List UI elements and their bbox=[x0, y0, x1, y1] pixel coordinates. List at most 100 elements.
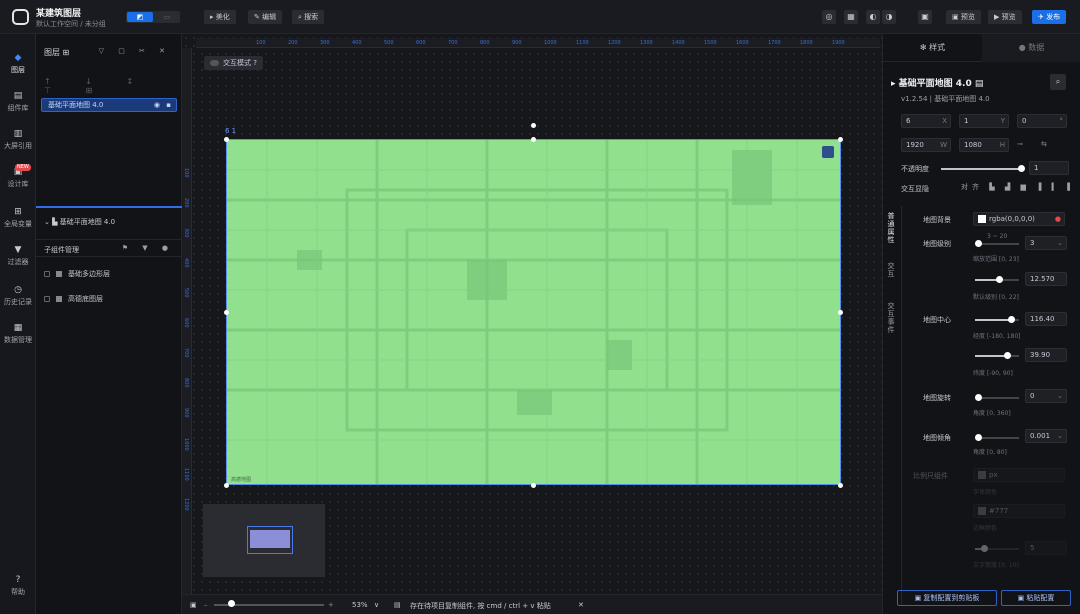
width-input[interactable]: 1920 W bbox=[901, 138, 951, 152]
latitude-input[interactable]: 39.90 bbox=[1025, 348, 1067, 362]
zoom-level[interactable]: 53% bbox=[352, 601, 368, 609]
publish-button[interactable]: ✈ 发布 bbox=[1032, 10, 1067, 24]
toggle-switch[interactable] bbox=[210, 60, 219, 66]
rotate-handle[interactable] bbox=[531, 123, 536, 128]
layers-toolbar-icons[interactable]: ▽ ▢ ✂ ✕ bbox=[99, 47, 171, 55]
vertical-ruler[interactable]: 100 200 300 400 500 600 700 800 900 1000 1100 1200 bbox=[182, 48, 192, 598]
rail-item-help[interactable]: ? 帮助 bbox=[0, 572, 36, 608]
interaction-mode-toggle[interactable]: 交互模式 ? bbox=[204, 56, 263, 70]
color-swatch[interactable] bbox=[978, 471, 986, 479]
scale-color-input[interactable]: px bbox=[973, 468, 1065, 482]
canvas-stage[interactable]: 100 200 300 400 500 600 700 800 900 1000 1100 1200 1… bbox=[182, 34, 882, 614]
tab-data[interactable]: ● 数据 bbox=[982, 34, 1080, 62]
vtab-common[interactable]: 普通属性 bbox=[886, 212, 896, 244]
help-icon[interactable]: ? bbox=[253, 59, 257, 67]
opacity-input[interactable]: 1 bbox=[1029, 161, 1069, 175]
beautify-button[interactable]: ▸ 美化 bbox=[204, 10, 236, 24]
horizontal-ruler[interactable]: 100 200 300 400 500 600 700 800 900 1000 1100 1200 1… bbox=[196, 38, 880, 48]
rail-item-history[interactable]: ◷ 历史记录 bbox=[0, 282, 36, 318]
grid-icon[interactable]: ▦ bbox=[844, 10, 858, 24]
vtab-events[interactable]: 交互事件 bbox=[886, 302, 896, 334]
zoom-out-icon[interactable]: – bbox=[204, 601, 208, 609]
flip-icon[interactable]: ⇆ bbox=[1041, 140, 1047, 148]
sub-item-basemap[interactable]: 高德底图层 bbox=[44, 294, 103, 304]
rail-item-layers[interactable]: ◆ 图层 bbox=[0, 50, 36, 86]
zoom-slider-knob[interactable] bbox=[228, 600, 235, 607]
canvas-mode-icon[interactable]: ◩ bbox=[127, 12, 153, 22]
resize-handle-ne[interactable] bbox=[838, 137, 843, 142]
pos-y-input[interactable]: 1Y bbox=[959, 114, 1009, 128]
layer-order-icons[interactable]: ↑ ↓ ↕ ⊤ ⊞ bbox=[44, 77, 181, 95]
sub-component-icons[interactable]: ⚑ ▼ ● bbox=[122, 244, 174, 252]
search-button[interactable]: ⌕ 搜索 bbox=[292, 10, 325, 24]
share-button[interactable]: ▣ 预览 bbox=[946, 10, 981, 24]
copy-config-button[interactable]: ▣ 复制配置到剪贴板 bbox=[897, 590, 997, 606]
preview-button[interactable]: ▶ 预览 bbox=[988, 10, 1022, 24]
resize-handle-w[interactable] bbox=[224, 310, 229, 315]
checkbox-icon[interactable] bbox=[44, 296, 50, 302]
rail-item-screen-ref[interactable]: ▥ 大屏引用 bbox=[0, 126, 36, 162]
paste-config-button[interactable]: ▣ 粘贴配置 bbox=[1001, 590, 1071, 606]
target-icon[interactable]: ◎ bbox=[822, 10, 836, 24]
theme-icon[interactable]: ◐ bbox=[866, 10, 880, 24]
rail-item-data-manage[interactable]: ▦ 数据管理 bbox=[0, 320, 36, 356]
layer-item-selected[interactable]: 基础平面地图 4.0 ◉ ▪ bbox=[41, 98, 177, 112]
panel-resize-divider[interactable] bbox=[36, 206, 182, 208]
font-width-slider[interactable] bbox=[975, 545, 1019, 552]
color-swatch[interactable] bbox=[978, 215, 986, 223]
rotate-slider[interactable] bbox=[975, 394, 1019, 401]
map-level-slider[interactable] bbox=[975, 240, 1019, 247]
fit-screen-icon[interactable]: ▣ bbox=[190, 601, 197, 609]
zoom-dropdown-icon[interactable]: ∨ bbox=[374, 601, 379, 609]
height-input[interactable]: 1080 H bbox=[959, 138, 1009, 152]
color-swatch[interactable] bbox=[978, 507, 986, 515]
resize-handle-e[interactable] bbox=[838, 310, 843, 315]
pitch-input[interactable]: 0.001 ⌄ bbox=[1025, 429, 1067, 443]
opacity-slider[interactable] bbox=[941, 165, 1025, 172]
border-color-input[interactable]: #777 bbox=[973, 504, 1065, 518]
latitude-slider[interactable] bbox=[975, 352, 1019, 359]
pitch-slider[interactable] bbox=[975, 434, 1019, 441]
vtab-interact[interactable]: 交互 bbox=[886, 262, 896, 278]
eye-icon[interactable]: ◉ bbox=[154, 99, 160, 111]
minimap[interactable] bbox=[203, 504, 325, 577]
rail-item-filters[interactable]: ▼ 过滤器 bbox=[0, 242, 36, 278]
zoom-slider[interactable] bbox=[975, 276, 1019, 283]
pos-x-input[interactable]: 6X bbox=[901, 114, 951, 128]
resize-handle-se[interactable] bbox=[838, 483, 843, 488]
resize-handle-n[interactable] bbox=[531, 137, 536, 142]
map-component[interactable]: 高德地图 bbox=[226, 139, 841, 485]
tab-style[interactable]: ✻ 样式 bbox=[883, 34, 982, 62]
lock-icon[interactable]: ▪ bbox=[166, 99, 171, 111]
zoom-in-icon[interactable]: + bbox=[328, 601, 334, 609]
longitude-slider[interactable] bbox=[975, 316, 1019, 323]
resize-handle-sw[interactable] bbox=[224, 483, 229, 488]
list-mode-icon[interactable]: ▭ bbox=[156, 12, 178, 22]
minimap-viewport[interactable] bbox=[247, 526, 293, 554]
layer-group-item[interactable]: ⌄ ▙ 基础平面地图 4.0 bbox=[44, 217, 115, 227]
rail-item-design-lib[interactable]: NEW ▣ 设计库 bbox=[0, 164, 36, 200]
lock-ratio-icon[interactable]: ⊸ bbox=[1017, 140, 1023, 148]
map-bg-color-input[interactable]: rgba(0,0,0,0) ● bbox=[973, 212, 1065, 226]
map-level-input[interactable]: 3 ⌄ bbox=[1025, 236, 1067, 250]
search-icon[interactable]: ⌕ bbox=[1050, 74, 1066, 90]
resize-handle-s[interactable] bbox=[531, 483, 536, 488]
zoom-input[interactable]: 12.570 bbox=[1025, 272, 1067, 286]
contrast-icon[interactable]: ◑ bbox=[882, 10, 896, 24]
close-icon[interactable]: ✕ bbox=[578, 601, 584, 609]
longitude-input[interactable]: 116.40 bbox=[1025, 312, 1067, 326]
rotate-input[interactable]: 0 ⌄ bbox=[1025, 389, 1067, 403]
share-icon[interactable]: ▣ bbox=[918, 10, 932, 24]
edit-button[interactable]: ✎ 编辑 bbox=[248, 10, 283, 24]
workspace-breadcrumb[interactable]: 默认工作空间 / 未分组 bbox=[36, 19, 106, 29]
font-width-input[interactable]: 5 bbox=[1025, 541, 1067, 555]
resize-handle-nw[interactable] bbox=[224, 137, 229, 142]
mode-toggle[interactable]: ◩ ▭ bbox=[126, 11, 180, 23]
rail-item-components[interactable]: ▤ 组件库 bbox=[0, 88, 36, 124]
rail-item-global-vars[interactable]: ⊞ 全局变量 bbox=[0, 204, 36, 240]
sub-item-polygon[interactable]: 基础多边形层 bbox=[44, 269, 110, 279]
checkbox-icon[interactable] bbox=[44, 271, 50, 277]
map-layer-icon[interactable] bbox=[822, 146, 834, 158]
rotation-input[interactable]: 0 ° bbox=[1017, 114, 1067, 128]
align-icons[interactable]: 对齐 ▙ ▟ ▆ ▐ ▍ ▌ bbox=[961, 182, 1077, 192]
